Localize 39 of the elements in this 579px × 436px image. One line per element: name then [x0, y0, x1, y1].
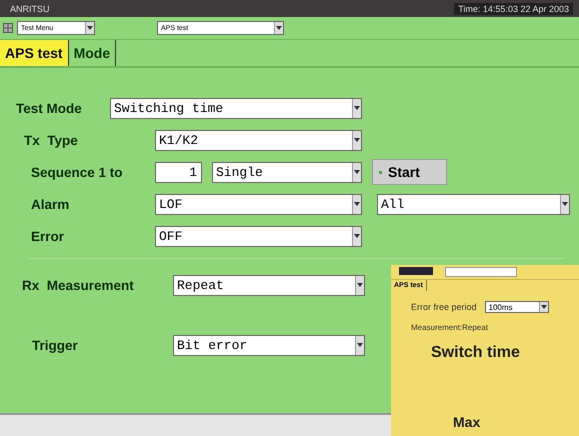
start-button[interactable]: Start [372, 159, 447, 185]
switch-time-heading: Switch time [431, 344, 521, 362]
measurement-text: Measurement:Repeat [411, 323, 489, 332]
alarm-select[interactable]: LOF [155, 194, 362, 214]
tab[interactable]: Mode [68, 40, 116, 66]
caret-icon[interactable] [274, 22, 283, 34]
period-label: Error free period [411, 302, 477, 312]
inset-select[interactable] [445, 267, 517, 277]
rx-measurement-select[interactable]: Repeat [173, 274, 365, 296]
grid-icon[interactable] [3, 23, 13, 33]
test-mode-select[interactable]: Switching time [110, 98, 362, 118]
field-label: Sequence 1 to [31, 164, 124, 180]
max-label: Max [453, 414, 482, 430]
clock-text: Time: 14:55:03 22 Apr 2003 [454, 2, 573, 14]
field-label: Trigger [32, 338, 79, 352]
error-select[interactable]: OFF [155, 226, 362, 246]
tab[interactable]: APS test [0, 40, 69, 66]
field-label: Alarm [31, 196, 70, 212]
sequence-select[interactable]: Single [212, 162, 362, 182]
caret-icon[interactable] [352, 130, 361, 150]
alarm-type-select[interactable]: All [377, 194, 570, 214]
tx-type-select[interactable]: K1/K2 [155, 130, 362, 150]
window-title: ANRITSU [10, 4, 50, 14]
caret-icon[interactable] [352, 226, 361, 246]
caret-icon[interactable] [352, 194, 361, 214]
field-label: Test Mode [16, 100, 83, 116]
caret-icon[interactable] [85, 22, 94, 34]
caret-icon[interactable] [355, 276, 364, 294]
caret-icon[interactable] [352, 98, 361, 118]
trigger-select[interactable]: Bit error [173, 334, 365, 356]
field-label: Rx Measurement [22, 278, 135, 292]
caret-icon[interactable] [560, 194, 569, 214]
field-label: Error [31, 228, 66, 244]
count-field[interactable]: 1 [155, 162, 202, 182]
field-label: Tx Type [24, 132, 79, 148]
caret-icon[interactable] [355, 336, 364, 354]
period-select[interactable]: 100ms [484, 301, 549, 313]
caret-icon[interactable] [352, 162, 361, 182]
caret-icon[interactable] [538, 302, 548, 312]
